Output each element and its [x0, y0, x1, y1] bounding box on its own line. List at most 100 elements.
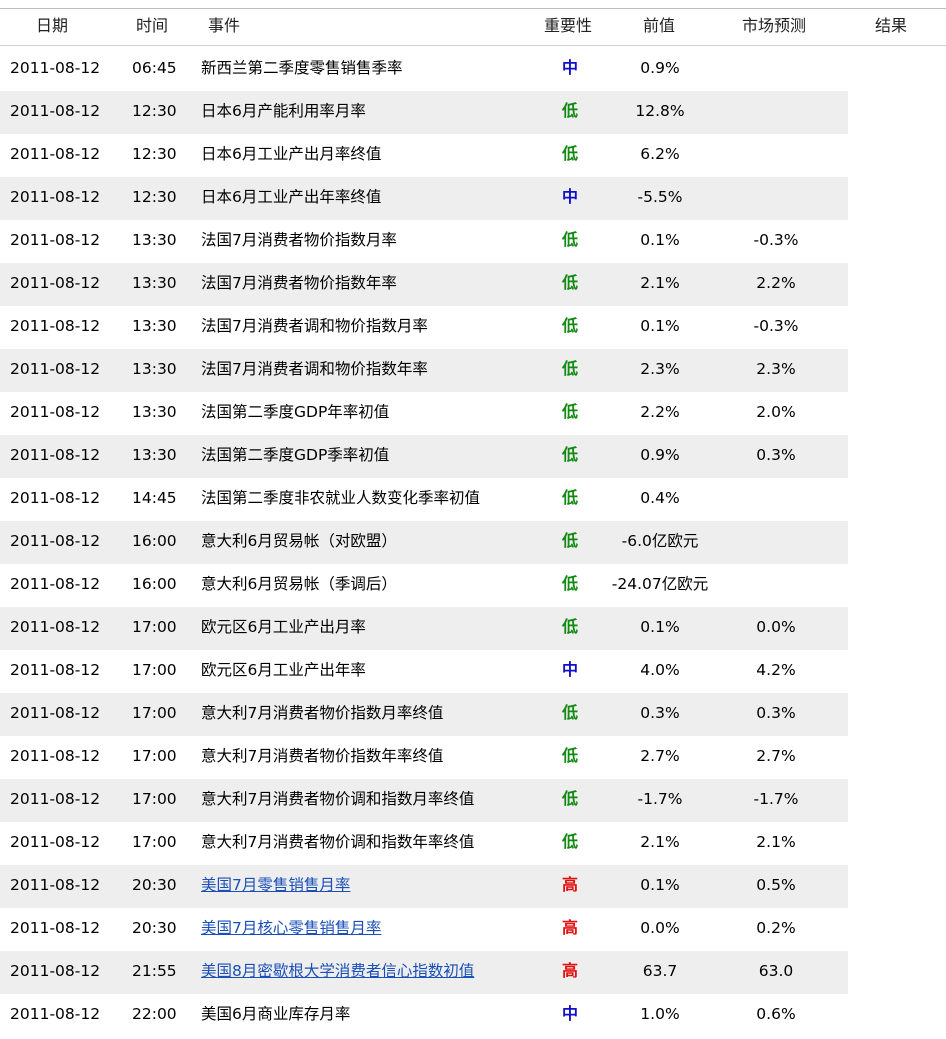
row-date: 2011-08-12	[10, 188, 101, 206]
row-event[interactable]: 美国7月零售销售月率	[201, 865, 350, 905]
header-event: 事件	[208, 16, 241, 35]
row-previous: 6.2%	[640, 145, 680, 163]
row-time: 17:00	[132, 747, 177, 765]
table-row: 2011-08-12 17:00 意大利7月消费者物价调和指数年率终值低 2.1% 2.…	[0, 822, 848, 865]
row-time: 20:30	[132, 876, 177, 894]
row-forecast: 63.0	[758, 962, 794, 980]
row-previous: 0.4%	[640, 489, 680, 507]
table-header: 日期 时间 事件 重要性 前值 市场预测 结果	[0, 9, 946, 46]
importance-badge: 低	[561, 617, 578, 636]
importance-badge: 中	[561, 1004, 578, 1023]
importance-badge: 低	[561, 144, 578, 163]
row-forecast: 0.3%	[756, 446, 796, 464]
row-time: 13:30	[132, 446, 177, 464]
row-date: 2011-08-12	[10, 833, 101, 851]
table-row: 2011-08-12 16:00 意大利6月贸易帐（季调后） 低 -24.07亿欧元	[0, 564, 848, 607]
importance-badge: 低	[561, 273, 578, 292]
importance-badge: 中	[561, 58, 578, 77]
row-event: 美国6月商业库存月率	[201, 1005, 351, 1023]
row-forecast: 0.6%	[756, 1005, 796, 1023]
row-time: 13:30	[132, 317, 177, 335]
row-date: 2011-08-12	[10, 1005, 101, 1023]
row-date: 2011-08-12	[10, 489, 101, 507]
row-forecast: -0.3%	[753, 231, 799, 249]
row-time: 13:30	[132, 403, 177, 421]
row-event: 新西兰第二季度零售销售季率	[201, 59, 403, 77]
row-event: 欧元区6月工业产出年率	[201, 661, 366, 679]
table-row: 2011-08-12 17:00 欧元区6月工业产出年率中 4.0% 4.2%	[0, 650, 848, 693]
row-date: 2011-08-12	[10, 876, 101, 894]
table-row: 2011-08-12 12:30 日本6月工业产出月率终值 低 6.2%	[0, 134, 848, 177]
header-importance: 重要性	[544, 16, 593, 35]
header-date: 日期	[36, 16, 69, 35]
table-row: 2011-08-12 12:30 日本6月产能利用率月率 低 12.8%	[0, 91, 848, 134]
row-forecast: 0.2%	[756, 919, 796, 937]
importance-badge: 低	[561, 488, 578, 507]
table-row: 2011-08-12 17:00 欧元区6月工业产出月率低 0.1% 0.0%	[0, 607, 848, 650]
row-time: 13:30	[132, 274, 177, 292]
row-time: 13:30	[132, 360, 177, 378]
importance-badge: 低	[561, 703, 578, 722]
importance-badge: 低	[561, 789, 578, 808]
row-previous: 0.9%	[640, 59, 680, 77]
importance-badge: 低	[561, 531, 578, 550]
row-event: 日本6月工业产出年率终值	[201, 188, 382, 206]
importance-badge: 中	[561, 660, 578, 679]
table-row: 2011-08-12 13:30 法国7月消费者物价指数年率低 2.1% 2.2%	[0, 263, 848, 306]
row-date: 2011-08-12	[10, 919, 101, 937]
row-time: 22:00	[132, 1005, 177, 1023]
row-date: 2011-08-12	[10, 446, 101, 464]
row-event: 日本6月工业产出月率终值	[201, 145, 382, 163]
table-row: 2011-08-12 13:30 法国7月消费者调和物价指数月率低 0.1% -0.3%	[0, 306, 848, 349]
row-event: 意大利7月消费者物价指数月率终值	[201, 704, 444, 722]
table-row: 2011-08-12 12:30 日本6月工业产出年率终值 中 -5.5%	[0, 177, 848, 220]
row-event[interactable]: 美国7月核心零售销售月率	[201, 908, 381, 948]
table-row: 2011-08-12 17:00 意大利7月消费者物价指数年率终值低 2.7% 2.7%	[0, 736, 848, 779]
importance-badge: 中	[561, 187, 578, 206]
row-forecast: 2.3%	[756, 360, 796, 378]
table-row: 2011-08-12 21:55 美国8月密歇根大学消费者信心指数初值高 63.7 63…	[0, 951, 848, 994]
table-row: 2011-08-12 22:00 美国6月商业库存月率中 1.0% 0.6%	[0, 994, 848, 1029]
row-time: 21:55	[132, 962, 177, 980]
row-event: 法国7月消费者物价指数月率	[201, 231, 397, 249]
row-time: 16:00	[132, 532, 177, 550]
row-forecast: 2.2%	[756, 274, 796, 292]
row-forecast: 2.1%	[756, 833, 796, 851]
importance-badge: 低	[561, 359, 578, 378]
row-forecast: 2.7%	[756, 747, 796, 765]
importance-badge: 低	[561, 445, 578, 464]
row-event: 意大利6月贸易帐（对欧盟）	[201, 532, 397, 550]
table-row: 2011-08-12 20:30 美国7月核心零售销售月率高 0.0% 0.2%	[0, 908, 848, 951]
row-date: 2011-08-12	[10, 661, 101, 679]
row-date: 2011-08-12	[10, 704, 101, 722]
row-time: 13:30	[132, 231, 177, 249]
table-row: 2011-08-12 13:30 法国7月消费者物价指数月率低 0.1% -0.3%	[0, 220, 848, 263]
table-row: 2011-08-12 06:45 新西兰第二季度零售销售季率 中 0.9%	[0, 48, 848, 91]
row-date: 2011-08-12	[10, 59, 101, 77]
row-event: 法国7月消费者物价指数年率	[201, 274, 397, 292]
row-event: 欧元区6月工业产出月率	[201, 618, 366, 636]
row-forecast: -0.3%	[753, 317, 799, 335]
row-forecast: -1.7%	[753, 790, 799, 808]
event-link[interactable]: 美国7月零售销售月率	[201, 876, 350, 894]
row-forecast: 0.3%	[756, 704, 796, 722]
row-forecast: 0.5%	[756, 876, 796, 894]
table-row: 2011-08-12 16:00 意大利6月贸易帐（对欧盟） 低 -6.0亿欧元	[0, 521, 848, 564]
row-time: 12:30	[132, 102, 177, 120]
header-result: 结果	[875, 16, 908, 35]
importance-badge: 低	[561, 574, 578, 593]
row-forecast: 0.0%	[756, 618, 796, 636]
row-date: 2011-08-12	[10, 403, 101, 421]
row-date: 2011-08-12	[10, 317, 101, 335]
event-link[interactable]: 美国8月密歇根大学消费者信心指数初值	[201, 962, 474, 980]
event-link[interactable]: 美国7月核心零售销售月率	[201, 919, 381, 937]
row-event: 法国第二季度非农就业人数变化季率初值	[201, 489, 481, 507]
table-row: 2011-08-12 17:00 意大利7月消费者物价指数月率终值低 0.3% 0.3%	[0, 693, 848, 736]
row-event: 法国7月消费者调和物价指数月率	[201, 317, 428, 335]
row-event[interactable]: 美国8月密歇根大学消费者信心指数初值	[201, 951, 474, 991]
row-previous: -6.0亿欧元	[621, 532, 699, 550]
importance-badge: 低	[561, 746, 578, 765]
row-time: 12:30	[132, 188, 177, 206]
row-date: 2011-08-12	[10, 145, 101, 163]
calendar-table-body: 2011-08-12 06:45 新西兰第二季度零售销售季率中 0.9% 2011-08…	[0, 48, 848, 1029]
